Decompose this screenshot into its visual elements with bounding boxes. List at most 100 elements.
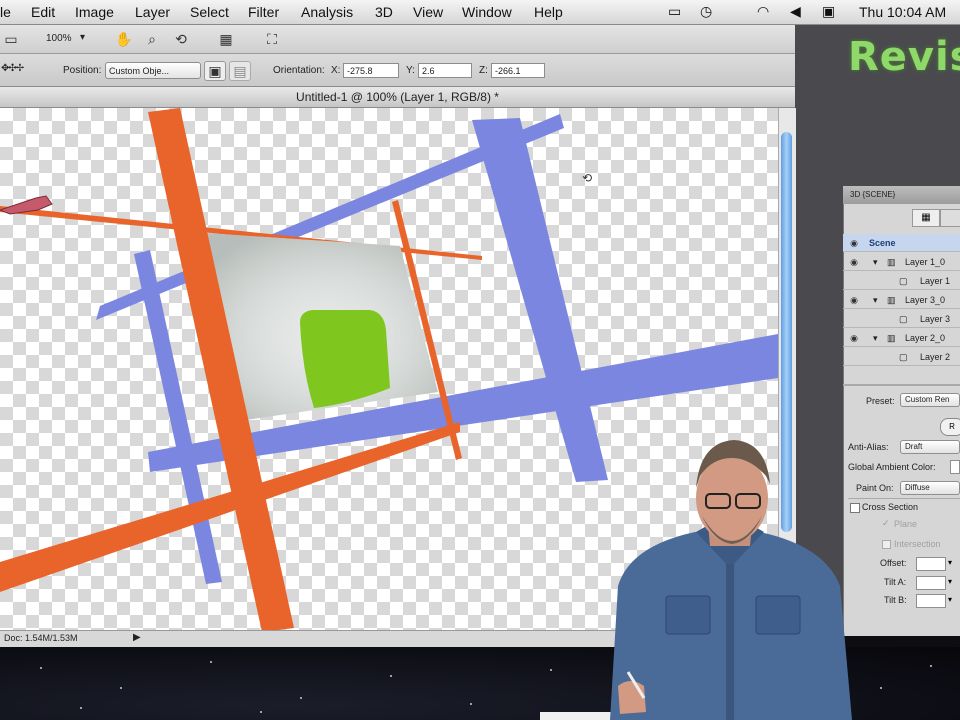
- brand-logo: Revis: [848, 34, 960, 80]
- menu-image[interactable]: Image: [75, 4, 114, 20]
- panel-divider: [843, 384, 960, 386]
- triangle-down-icon[interactable]: ▾: [873, 291, 878, 309]
- orientation-label: Orientation:: [273, 65, 325, 76]
- 3d-tool-icons[interactable]: ✥✣✢: [1, 63, 24, 74]
- checkmark-icon[interactable]: ✓: [882, 518, 890, 529]
- layout-icon[interactable]: ▭: [0, 29, 22, 49]
- material-icon: ▢: [899, 352, 908, 362]
- presenter-pocket: [665, 595, 711, 635]
- arrange-documents-icon[interactable]: ▦: [215, 29, 237, 49]
- layer-label: Layer 2_0: [905, 333, 946, 343]
- preset-label: Preset:: [866, 396, 895, 406]
- zoom-level[interactable]: 100%: [46, 33, 72, 44]
- position-value: Custom Obje...: [109, 66, 170, 76]
- eye-icon[interactable]: ◉: [848, 294, 860, 306]
- layer-label: Layer 1: [920, 276, 951, 286]
- offset-label: Offset:: [880, 558, 907, 568]
- paint-on-label: Paint On:: [856, 483, 894, 493]
- status-menu-icon[interactable]: ▶: [133, 632, 141, 643]
- material-icon: ▢: [899, 276, 908, 286]
- eye-icon[interactable]: ◉: [848, 237, 860, 249]
- panel-divider: [848, 498, 960, 499]
- window-status-icon[interactable]: ▭: [668, 3, 681, 20]
- scene-filter-icon[interactable]: ▦: [912, 209, 940, 227]
- triangle-down-icon[interactable]: ▾: [873, 329, 878, 347]
- triangle-down-icon[interactable]: ▾: [873, 253, 878, 271]
- mesh-icon: ▥: [887, 295, 896, 305]
- layer-row[interactable]: ◉ ▾ ▥ Layer 3_0: [843, 291, 960, 309]
- doc-size: Doc: 1.54M/1.53M: [4, 633, 78, 643]
- layer-label: Layer 3_0: [905, 295, 946, 305]
- volume-icon[interactable]: ◀: [790, 3, 801, 20]
- menu-3d[interactable]: 3D: [375, 4, 393, 20]
- layer-label: Layer 1_0: [905, 257, 946, 267]
- tilt-b-slider-icon[interactable]: ▾: [948, 595, 952, 604]
- delete-position-icon[interactable]: ▤: [229, 61, 251, 81]
- menu-window[interactable]: Window: [462, 4, 512, 20]
- hand-icon[interactable]: ✋: [113, 29, 135, 49]
- tilt-a-field[interactable]: [916, 576, 946, 590]
- display-icon[interactable]: ▣: [822, 3, 835, 20]
- chevron-down-icon[interactable]: ▾: [80, 32, 85, 43]
- menu-edit[interactable]: Edit: [31, 4, 55, 20]
- menu-analysis[interactable]: Analysis: [301, 4, 353, 20]
- star: [210, 661, 212, 663]
- star: [300, 697, 302, 699]
- layer-row[interactable]: ▢ Layer 2: [843, 348, 960, 366]
- scene-label: Scene: [869, 238, 896, 248]
- presenter: [610, 440, 852, 720]
- menu-layer[interactable]: Layer: [135, 4, 170, 20]
- tilt-a-slider-icon[interactable]: ▾: [948, 577, 952, 586]
- mesh-icon: ▥: [887, 333, 896, 343]
- menu-view[interactable]: View: [413, 4, 443, 20]
- preset-dropdown[interactable]: Custom Ren: [900, 393, 960, 407]
- application-bar: ▭ 100% ▾ ✋ ⌕ ⟲ ▦ ⛶: [0, 25, 860, 54]
- eye-icon[interactable]: ◉: [848, 332, 860, 344]
- menubar-clock[interactable]: Thu 10:04 AM: [859, 4, 946, 20]
- panel-tab[interactable]: 3D {SCENE}: [843, 186, 960, 204]
- tilt-b-field[interactable]: [916, 594, 946, 608]
- star: [260, 711, 262, 713]
- position-dropdown[interactable]: Custom Obje...: [105, 62, 201, 79]
- tilt-b-label: Tilt B:: [884, 595, 907, 605]
- render-settings-button[interactable]: R: [940, 418, 960, 436]
- presenter-hand: [618, 681, 646, 714]
- save-position-icon[interactable]: ▣: [204, 61, 226, 81]
- material-icon: ▢: [899, 314, 908, 324]
- eye-icon[interactable]: ◉: [848, 256, 860, 268]
- mesh-icon: ▥: [887, 257, 896, 267]
- star: [930, 665, 932, 667]
- presenter-placket: [726, 564, 734, 720]
- offset-field[interactable]: [916, 557, 946, 571]
- star: [390, 675, 392, 677]
- presenter-pocket: [755, 595, 801, 635]
- y-field[interactable]: 2.6: [418, 63, 472, 78]
- menu-file[interactable]: le: [0, 4, 11, 20]
- wifi-icon[interactable]: ◠: [757, 3, 769, 20]
- time-machine-icon[interactable]: ◷: [700, 3, 712, 20]
- scene-row[interactable]: ◉ Scene: [843, 234, 960, 252]
- plane-label: Plane: [894, 519, 918, 529]
- rotate-view-icon[interactable]: ⟲: [170, 29, 192, 49]
- zoom-icon[interactable]: ⌕: [141, 29, 163, 49]
- screen-mode-icon[interactable]: ⛶: [261, 29, 283, 49]
- z-field[interactable]: -266.1: [491, 63, 545, 78]
- antialias-dropdown[interactable]: Draft: [900, 440, 960, 454]
- menu-select[interactable]: Select: [190, 4, 229, 20]
- layer-row[interactable]: ◉ ▾ ▥ Layer 1_0: [843, 253, 960, 271]
- y-label: Y:: [406, 65, 415, 76]
- document-title[interactable]: Untitled-1 @ 100% (Layer 1, RGB/8) *: [0, 87, 795, 108]
- offset-slider-icon[interactable]: ▾: [948, 558, 952, 567]
- filter-button[interactable]: [940, 209, 960, 227]
- star: [40, 667, 42, 669]
- layer-row[interactable]: ▢ Layer 1: [843, 272, 960, 290]
- x-field[interactable]: -275.8: [343, 63, 399, 78]
- intersection-checkbox[interactable]: [882, 540, 891, 549]
- ambient-color-swatch[interactable]: [950, 460, 960, 474]
- menu-help[interactable]: Help: [534, 4, 563, 20]
- position-label: Position:: [63, 65, 102, 76]
- layer-row[interactable]: ◉ ▾ ▥ Layer 2_0: [843, 329, 960, 347]
- paint-on-dropdown[interactable]: Diffuse: [900, 481, 960, 495]
- layer-row[interactable]: ▢ Layer 3: [843, 310, 960, 328]
- menu-filter[interactable]: Filter: [248, 4, 279, 20]
